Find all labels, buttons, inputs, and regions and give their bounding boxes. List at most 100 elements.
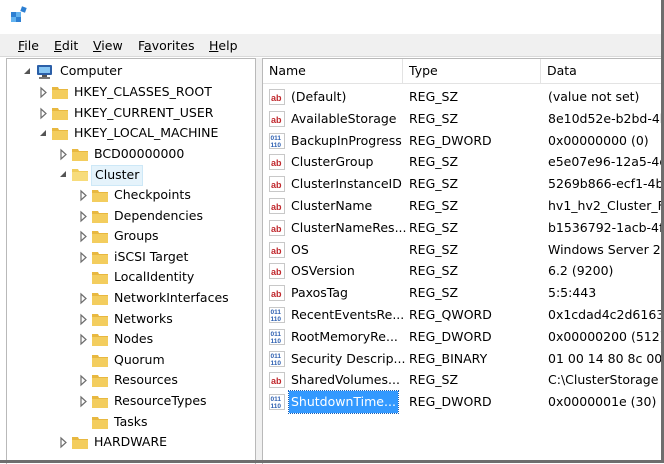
- svg-text:ab: ab: [271, 93, 282, 103]
- value-type: REG_DWORD: [409, 132, 492, 148]
- table-row[interactable]: ab SharedVolumes... REG_SZ C:\ClusterStorag…: [263, 369, 664, 391]
- collapsed-arrow-icon[interactable]: [37, 82, 49, 103]
- value-data: 01 00 14 80 8c 00 0: [548, 350, 664, 366]
- table-row[interactable]: 011 110 Security Descrip... REG_BINARY 01 00…: [263, 348, 664, 370]
- expanded-arrow-icon[interactable]: [57, 164, 69, 185]
- value-name[interactable]: ClusterNameRes...: [291, 217, 406, 239]
- table-row[interactable]: ab ClusterName REG_SZ hv1_hv2_Cluster_F: [263, 195, 664, 217]
- tree-node-label: Dependencies: [114, 207, 203, 223]
- table-row[interactable]: 011 110 RootMemoryRe... REG_DWORD 0x00000200…: [263, 326, 664, 348]
- tree-node-label: ResourceTypes: [114, 393, 207, 408]
- collapsed-arrow-icon[interactable]: [77, 247, 89, 268]
- column-header-name[interactable]: Name: [263, 59, 403, 83]
- folder-icon: [92, 416, 108, 429]
- collapsed-arrow-icon[interactable]: [57, 144, 69, 165]
- collapsed-arrow-icon[interactable]: [77, 309, 89, 330]
- folder-icon: [72, 437, 88, 450]
- menu-file[interactable]: File: [16, 37, 41, 54]
- svg-text:011: 011: [271, 331, 282, 338]
- value-data: 6.2 (9200): [548, 263, 614, 279]
- collapsed-arrow-icon[interactable]: [77, 206, 89, 227]
- binary-value-icon: 011110: [269, 307, 285, 323]
- collapsed-arrow-icon[interactable]: [37, 103, 49, 124]
- svg-text:110: 110: [271, 403, 282, 410]
- value-name[interactable]: SharedVolumes...: [291, 369, 400, 391]
- collapsed-arrow-icon[interactable]: [77, 391, 89, 412]
- collapsed-arrow-icon[interactable]: [77, 370, 89, 391]
- binary-value-icon: 011110: [269, 328, 285, 345]
- menu-view[interactable]: View: [91, 37, 125, 54]
- tree-node-label: LocalIdentity: [114, 269, 195, 285]
- folder-icon: [72, 148, 88, 161]
- tree-node-label: Networks: [114, 310, 173, 326]
- column-header-type[interactable]: Type: [403, 59, 541, 83]
- folder-icon: [92, 313, 108, 326]
- tree-node-label: NetworkInterfaces: [114, 290, 229, 305]
- menu-favorites[interactable]: Favorites: [136, 37, 196, 54]
- column-header-data[interactable]: Data: [541, 59, 664, 83]
- key-tree[interactable]: Computer HKEY_CLASSES_ROOT HKEY_CURRENT_U…: [6, 58, 256, 464]
- table-row[interactable]: ab OSVersion REG_SZ 6.2 (9200): [263, 260, 664, 282]
- tree-node-label: HARDWARE: [94, 434, 168, 450]
- menu-edit[interactable]: Edit: [52, 37, 80, 54]
- value-name[interactable]: ShutdownTime...: [288, 390, 399, 415]
- string-value-icon: ab: [269, 176, 285, 193]
- folder-icon: [92, 396, 108, 408]
- value-data: Windows Server 20: [548, 241, 664, 257]
- value-name[interactable]: ClusterInstanceID: [291, 173, 402, 195]
- value-name[interactable]: RootMemoryRe...: [291, 326, 398, 348]
- values-list[interactable]: Name Type Data ab (Default) REG_SZ (value n…: [262, 58, 664, 464]
- table-row[interactable]: ab ClusterGroup REG_SZ e5e07e96-12a5-4d2: [263, 151, 664, 173]
- value-name[interactable]: PaxosTag: [291, 282, 348, 304]
- value-name[interactable]: OSVersion: [291, 260, 355, 282]
- table-row[interactable]: ab ClusterNameRes... REG_SZ b1536792-1acb-4…: [263, 217, 664, 239]
- value-name[interactable]: BackupInProgress: [291, 130, 402, 152]
- folder-icon: [92, 354, 108, 367]
- svg-text:110: 110: [271, 142, 282, 149]
- collapsed-arrow-icon[interactable]: [77, 185, 89, 206]
- table-row[interactable]: ab ClusterInstanceID REG_SZ 5269b866-ecf1-4…: [263, 173, 664, 195]
- value-name[interactable]: RecentEventsRe...: [291, 304, 404, 326]
- value-type: REG_BINARY: [409, 350, 488, 366]
- value-name[interactable]: OS: [291, 239, 309, 261]
- svg-text:ab: ab: [271, 158, 282, 168]
- value-name[interactable]: ClusterGroup: [291, 151, 373, 173]
- menu-help[interactable]: Help: [207, 37, 240, 54]
- folder-icon: [92, 210, 108, 223]
- collapsed-arrow-icon[interactable]: [77, 329, 89, 350]
- expanded-arrow-icon[interactable]: [21, 61, 33, 82]
- value-name[interactable]: ClusterName: [291, 195, 372, 217]
- tree-node-label: Cluster: [91, 165, 144, 187]
- svg-text:ab: ab: [271, 289, 282, 299]
- menu-bar: File Edit View Favorites Help: [0, 34, 664, 56]
- table-row[interactable]: ab AvailableStorage REG_SZ 8e10d52e-b2bd-4b: [263, 108, 664, 130]
- folder-icon: [92, 375, 108, 388]
- string-value-icon: ab: [269, 241, 285, 258]
- tree-node-label: Tasks: [114, 413, 148, 429]
- table-row[interactable]: 011 110 RecentEventsRe... REG_QWORD 0x1cdad4…: [263, 304, 664, 326]
- svg-text:ab: ab: [271, 376, 282, 386]
- binary-value-icon: 011110: [269, 394, 285, 411]
- tree-node-label: Quorum: [114, 351, 165, 367]
- string-value-icon: ab: [269, 372, 285, 389]
- svg-text:ab: ab: [271, 115, 282, 125]
- value-name[interactable]: (Default): [291, 86, 346, 108]
- value-data: 0x00000200 (512): [548, 328, 664, 344]
- collapsed-arrow-icon[interactable]: [57, 432, 69, 453]
- table-row[interactable]: ab (Default) REG_SZ (value not set): [263, 86, 664, 108]
- svg-text:110: 110: [271, 360, 282, 367]
- value-name[interactable]: Security Descrip...: [291, 348, 405, 370]
- binary-value-icon: 011110: [269, 132, 285, 149]
- value-data: 0x0000001e (30): [548, 394, 657, 410]
- tree-node-label: HKEY_LOCAL_MACHINE: [74, 125, 219, 141]
- collapsed-arrow-icon[interactable]: [77, 226, 89, 247]
- value-name[interactable]: AvailableStorage: [291, 108, 397, 130]
- folder-icon: [92, 231, 108, 244]
- collapsed-arrow-icon[interactable]: [77, 288, 89, 309]
- table-row[interactable]: ab PaxosTag REG_SZ 5:5:443: [263, 282, 664, 304]
- table-row[interactable]: 011 110 BackupInProgress REG_DWORD 0x0000000…: [263, 130, 664, 152]
- expanded-arrow-icon[interactable]: [37, 123, 49, 144]
- value-type: REG_DWORD: [409, 394, 492, 410]
- table-row[interactable]: ab OS REG_SZ Windows Server 20: [263, 239, 664, 261]
- table-row[interactable]: 011 110 ShutdownTime... REG_DWORD 0x0000001e…: [263, 390, 664, 415]
